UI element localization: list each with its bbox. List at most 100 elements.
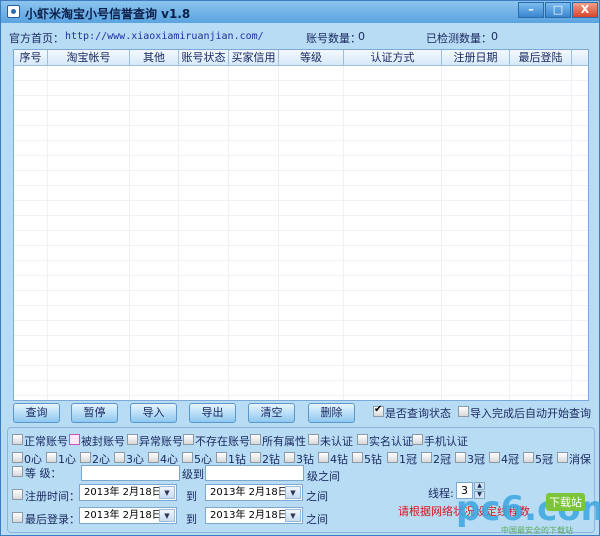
column-header[interactable]: 认证方式 [344, 50, 442, 66]
credit-filter-checkbox[interactable] [12, 452, 23, 463]
query-status-checkbox[interactable] [373, 404, 384, 417]
dropdown-arrow-icon[interactable]: ▼ [159, 486, 175, 499]
column-header[interactable]: 等级 [279, 50, 344, 66]
checked-count: 0 [491, 30, 498, 43]
login-between-label: 之间 [306, 513, 328, 526]
column-header[interactable]: 序号 [14, 50, 48, 66]
login-to-date[interactable]: 2013年 2月18日 ▼ [205, 507, 303, 524]
auto-query-label: 导入完成后自动开始查询 [470, 407, 591, 420]
account-count-label: 账号数量： [306, 32, 361, 45]
login-date-label: 最后登录： [25, 513, 80, 526]
column-header[interactable]: 最后登陆 [510, 50, 572, 66]
credit-filter-label: 5冠 [535, 453, 553, 466]
title-bar[interactable]: 小虾米淘宝小号信誉查询 v1.8 – □ X [1, 1, 599, 23]
credit-filter-label: 1冠 [399, 453, 417, 466]
dropdown-arrow-icon[interactable]: ▼ [285, 486, 301, 499]
status-filter-label: 所有属性 [262, 435, 306, 448]
credit-filter-checkbox[interactable] [387, 452, 398, 463]
status-filter-checkbox[interactable] [357, 434, 368, 445]
credit-filter-label: 消保 [569, 453, 591, 466]
status-filter-checkbox[interactable] [12, 434, 23, 445]
account-table[interactable]: 序号 淘宝帐号 其他 账号状态 买家信用 等级 认证方式 注册日期 最后登陆 [13, 49, 589, 401]
window-title: 小虾米淘宝小号信誉查询 v1.8 [25, 7, 191, 21]
homepage-link[interactable]: http://www.xiaoxiamiruanjian.com/ [65, 31, 264, 42]
reg-to-value: 2013年 2月18日 [210, 487, 288, 498]
status-filter-label: 未认证 [320, 435, 353, 448]
credit-filter-label: 4钻 [330, 453, 348, 466]
credit-filter-label: 2冠 [433, 453, 451, 466]
credit-filter-checkbox[interactable] [250, 452, 261, 463]
main-window: 小虾米淘宝小号信誉查询 v1.8 – □ X 官方首页： http://www.… [0, 0, 600, 536]
credit-filter-checkbox[interactable] [148, 452, 159, 463]
reg-to-label: 到 [186, 490, 197, 503]
credit-filter-checkbox[interactable] [421, 452, 432, 463]
login-from-value: 2013年 2月18日 [84, 510, 162, 521]
minimize-button[interactable]: – [518, 2, 544, 18]
column-header[interactable]: 淘宝帐号 [48, 50, 130, 66]
credit-filter-label: 3冠 [467, 453, 485, 466]
clear-button[interactable]: 清空 [248, 403, 295, 423]
status-filter-checkbox[interactable] [250, 434, 261, 445]
table-header: 序号 淘宝帐号 其他 账号状态 买家信用 等级 认证方式 注册日期 最后登陆 [14, 50, 588, 66]
reg-date-checkbox[interactable] [12, 489, 23, 500]
level-checkbox[interactable] [12, 466, 23, 477]
credit-filter-label: 5钻 [364, 453, 382, 466]
query-status-label: 是否查询状态 [385, 407, 451, 420]
credit-filter-checkbox[interactable] [489, 452, 500, 463]
credit-filter-checkbox[interactable] [114, 452, 125, 463]
auto-query-checkbox[interactable] [458, 406, 469, 417]
credit-filter-checkbox[interactable] [80, 452, 91, 463]
query-button[interactable]: 查询 [13, 403, 60, 423]
login-to-label: 到 [186, 513, 197, 526]
status-filter-checkbox[interactable] [412, 434, 423, 445]
delete-button[interactable]: 删除 [308, 403, 355, 423]
app-icon [7, 5, 20, 18]
status-filter-checkbox[interactable] [308, 434, 319, 445]
status-filter-label: 被封账号 [81, 435, 125, 448]
status-filter-label: 手机认证 [424, 435, 468, 448]
column-header[interactable]: 账号状态 [179, 50, 229, 66]
reg-from-date[interactable]: 2013年 2月18日 ▼ [79, 484, 177, 501]
checked-count-label: 已检测数量： [426, 32, 492, 45]
column-header[interactable]: 其他 [130, 50, 179, 66]
login-date-checkbox[interactable] [12, 512, 23, 523]
reg-between-label: 之间 [306, 490, 328, 503]
status-filter-label: 实名认证 [369, 435, 413, 448]
reg-date-label: 注册时间： [25, 490, 80, 503]
credit-filter-checkbox[interactable] [352, 452, 363, 463]
close-button[interactable]: X [572, 2, 598, 18]
credit-filter-checkbox[interactable] [46, 452, 57, 463]
level-to-input[interactable] [205, 465, 304, 481]
credit-filter-label: 4冠 [501, 453, 519, 466]
level-to-label: 级到 [182, 468, 204, 481]
watermark-badge: 下载站 [546, 493, 585, 511]
credit-filter-checkbox[interactable] [318, 452, 329, 463]
credit-filter-checkbox[interactable] [557, 452, 568, 463]
import-button[interactable]: 导入 [130, 403, 177, 423]
dropdown-arrow-icon[interactable]: ▼ [159, 509, 175, 522]
login-from-date[interactable]: 2013年 2月18日 ▼ [79, 507, 177, 524]
column-header[interactable]: 买家信用 [229, 50, 279, 66]
export-button[interactable]: 导出 [189, 403, 236, 423]
credit-filter-checkbox[interactable] [182, 452, 193, 463]
status-filter-checkbox[interactable] [183, 434, 194, 445]
status-filter-checkbox[interactable] [69, 434, 80, 445]
credit-filter-checkbox[interactable] [216, 452, 227, 463]
level-from-input[interactable] [81, 465, 180, 481]
column-header[interactable]: 注册日期 [442, 50, 510, 66]
credit-filter-checkbox[interactable] [284, 452, 295, 463]
threads-label: 线程: [428, 487, 454, 500]
account-count: 0 [358, 30, 365, 43]
watermark-slogan: 中国最安全的下载站 [501, 526, 573, 535]
credit-filter-checkbox[interactable] [523, 452, 534, 463]
credit-filter-checkbox[interactable] [455, 452, 466, 463]
maximize-button[interactable]: □ [545, 2, 571, 18]
pause-button[interactable]: 暂停 [71, 403, 118, 423]
status-filter-checkbox[interactable] [127, 434, 138, 445]
reg-from-value: 2013年 2月18日 [84, 487, 162, 498]
status-filter-label: 异常账号 [139, 435, 183, 448]
reg-to-date[interactable]: 2013年 2月18日 ▼ [205, 484, 303, 501]
login-to-value: 2013年 2月18日 [210, 510, 288, 521]
dropdown-arrow-icon[interactable]: ▼ [285, 509, 301, 522]
level-between-label: 级之间 [307, 470, 340, 483]
